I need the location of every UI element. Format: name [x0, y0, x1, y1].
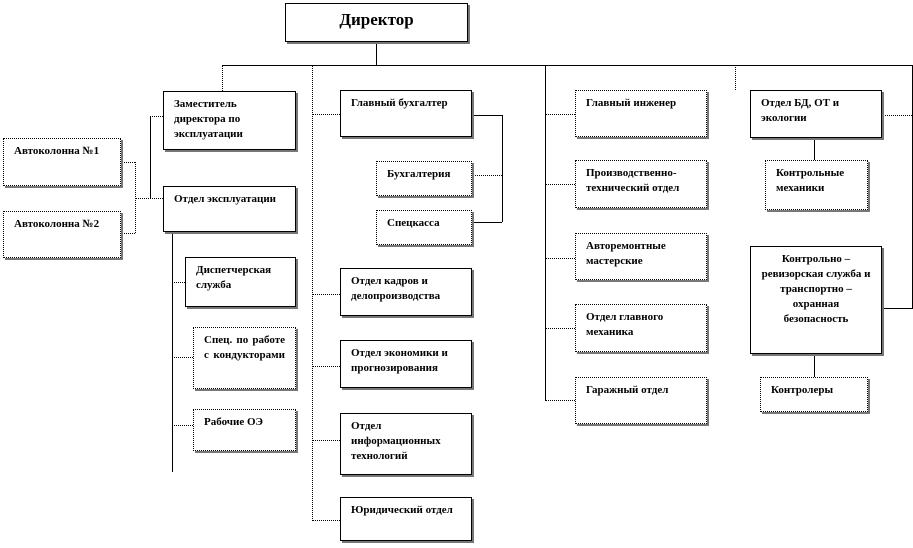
- connector: [545, 114, 575, 115]
- chief-mechanic-dept-box: Отдел главного механика: [575, 304, 707, 352]
- org-chart: Директор Заместитель директора по эксплу…: [0, 0, 913, 548]
- repair-shops-box: Авторемонтные мастерские: [575, 233, 707, 280]
- dispatch-service-box: Диспетчерская служба: [185, 257, 296, 307]
- economics-dept-box: Отдел экономики и прогнозирования: [340, 340, 472, 388]
- connector: [172, 357, 193, 358]
- bookkeeping-box: Бухгалтерия: [376, 161, 472, 196]
- connector: [222, 65, 223, 91]
- audit-security-service-box: Контрольно – ревизорская служба и трансп…: [750, 246, 882, 354]
- connector: [545, 184, 575, 185]
- production-tech-dept-box: Производственно-технический отдел: [575, 160, 707, 208]
- operations-dept-box: Отдел эксплуатации: [163, 186, 296, 232]
- connector: [545, 258, 575, 259]
- connector: [472, 222, 502, 223]
- connector: [121, 162, 135, 163]
- director-box: Директор: [285, 3, 468, 42]
- safety-ecology-dept-box: Отдел БД, ОТ и экологии: [750, 90, 882, 138]
- connector: [882, 115, 912, 116]
- connector: [502, 115, 503, 222]
- connector: [545, 400, 575, 401]
- connector: [814, 138, 815, 160]
- connector: [312, 114, 340, 115]
- cashdesk-box: Спецкасса: [376, 210, 472, 245]
- connector: [472, 115, 502, 116]
- connector: [135, 198, 163, 199]
- connector: [222, 65, 912, 66]
- motor-column-2-box: Автоколонна №2: [3, 211, 121, 258]
- control-mechanics-box: Контрольные механики: [765, 160, 868, 210]
- connector: [150, 116, 151, 198]
- connector: [312, 65, 313, 521]
- connector: [312, 294, 340, 295]
- connector: [121, 233, 135, 234]
- garage-dept-box: Гаражный отдел: [575, 377, 707, 424]
- chief-engineer-box: Главный инженер: [575, 90, 707, 137]
- connector: [172, 425, 193, 426]
- connector: [172, 282, 185, 283]
- connector: [545, 328, 575, 329]
- legal-dept-box: Юридический отдел: [340, 497, 472, 541]
- connector: [735, 65, 736, 90]
- connector: [312, 366, 340, 367]
- motor-column-1-box: Автоколонна №1: [3, 138, 121, 186]
- connector: [312, 520, 340, 521]
- deputy-director-box: Заместитель директора по эксплуатации: [163, 91, 296, 150]
- connector: [150, 116, 163, 117]
- connector: [814, 354, 815, 377]
- chief-accountant-box: Главный бухгалтер: [340, 90, 472, 137]
- conductor-specialist-box: Спец. по работе с кондукторами: [193, 327, 296, 389]
- connector: [376, 42, 377, 65]
- connector: [472, 175, 502, 176]
- it-dept-box: Отдел информационных технологий: [340, 413, 472, 475]
- connector: [172, 232, 173, 472]
- inspectors-box: Контролеры: [760, 377, 868, 412]
- hr-dept-box: Отдел кадров и делопроизводства: [340, 268, 472, 316]
- connector: [545, 65, 546, 401]
- connector: [135, 162, 136, 233]
- connector: [882, 308, 912, 309]
- connector: [312, 440, 340, 441]
- operations-workers-box: Рабочие ОЭ: [193, 409, 296, 451]
